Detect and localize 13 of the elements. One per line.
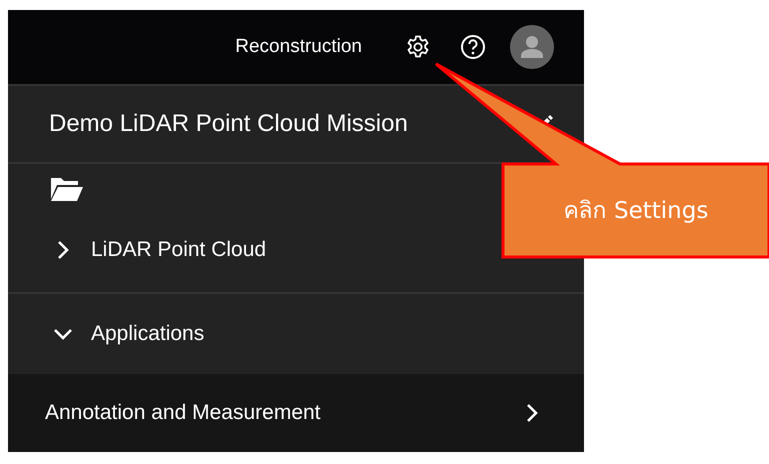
callout-text: คลิก Settings (564, 197, 708, 226)
section-label[interactable]: LiDAR Point Cloud (91, 238, 266, 262)
chevron-right-icon (526, 403, 538, 423)
mission-title: Demo LiDAR Point Cloud Mission (49, 110, 408, 138)
app-title: Reconstruction (235, 36, 362, 58)
help-icon[interactable] (460, 34, 486, 60)
chevron-down-icon[interactable] (53, 328, 73, 340)
avatar-icon[interactable] (510, 25, 554, 69)
folder-icon[interactable] (50, 175, 84, 203)
application-item[interactable]: Annotation and Measurement (8, 374, 584, 452)
settings-icon[interactable] (406, 35, 430, 59)
chevron-right-icon[interactable] (57, 240, 69, 260)
section-label[interactable]: Applications (91, 322, 204, 346)
